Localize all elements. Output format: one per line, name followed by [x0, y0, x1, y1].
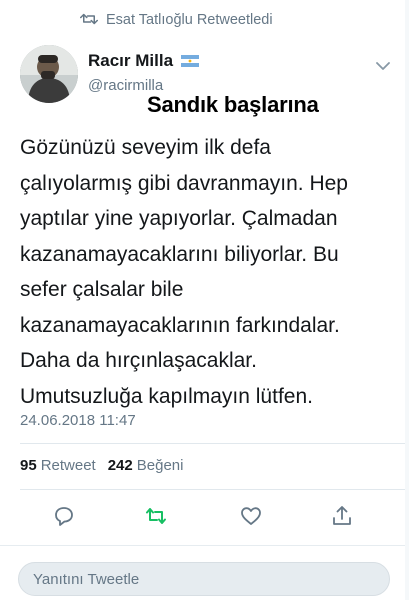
tweet-timestamp[interactable]: 24.06.2018 11:47 — [20, 412, 136, 429]
retweet-icon — [80, 13, 98, 25]
tweet-text: Gözünüzü seveyim ilk defa çalıyolarmış g… — [20, 130, 398, 414]
share-button[interactable] — [330, 504, 354, 528]
reply-button[interactable] — [52, 504, 76, 528]
like-button[interactable] — [239, 504, 263, 528]
tweet-stats: 95 Retweet 242 Beğeni — [20, 457, 195, 474]
retweet-context: Esat Tatlıoğlu Retweetledi — [0, 0, 409, 40]
divider — [20, 443, 409, 444]
overlay-caption: Sandık başlarına — [147, 92, 319, 117]
divider — [0, 545, 409, 546]
retweet-count-label[interactable]: Retweet — [41, 457, 96, 474]
reply-icon — [55, 507, 73, 526]
reply-input[interactable] — [19, 563, 389, 595]
author-name-row: Racır Milla — [88, 51, 200, 71]
heart-icon — [241, 507, 261, 525]
avatar-image — [20, 45, 78, 103]
tweet-line: Daha da hırçınlaşacaklar. — [20, 349, 257, 372]
reply-box[interactable] — [18, 562, 390, 596]
retweet-icon — [146, 508, 166, 524]
like-count[interactable]: 242 — [108, 457, 133, 474]
tweet-line: yaptılar yine yapıyorlar. Çalmadan — [20, 207, 338, 230]
divider — [20, 489, 409, 490]
tweet-actions — [0, 498, 409, 534]
tweet-line: Gözünüzü seveyim ilk defa — [20, 136, 271, 159]
tweet-line: kazanamayacaklarının farkındalar. — [20, 313, 340, 337]
avatar[interactable] — [20, 45, 78, 103]
like-count-label[interactable]: Beğeni — [137, 457, 184, 474]
author-name[interactable]: Racır Milla — [88, 51, 173, 71]
retweet-context-text[interactable]: Esat Tatlıoğlu Retweetledi — [106, 12, 273, 28]
tweet-line: sefer çalsalar bile — [20, 278, 184, 301]
tweet-line: kazanamayacaklarını biliyorlar. Bu — [20, 242, 339, 266]
share-icon — [333, 506, 351, 525]
tweet-line: çalıyolarmış gibi davranmayın. Hep — [20, 171, 348, 195]
retweet-button[interactable] — [144, 504, 168, 528]
argentina-flag-icon — [181, 55, 200, 67]
retweet-count[interactable]: 95 — [20, 457, 37, 474]
chevron-down-icon[interactable] — [375, 60, 391, 72]
tweet-line: Umutsuzluğa kapılmayın lütfen. — [20, 384, 313, 408]
scrollbar-track[interactable] — [405, 0, 409, 600]
